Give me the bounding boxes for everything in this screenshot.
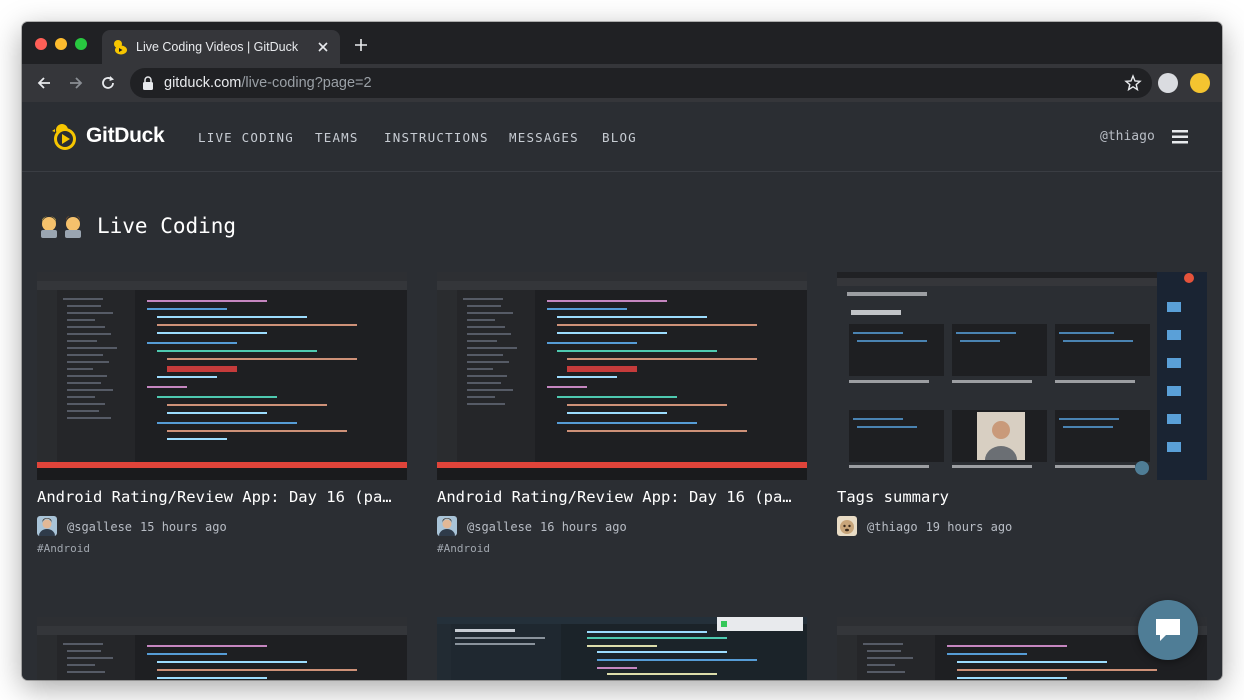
url-text: gitduck.com/live-coding?page=2 (164, 75, 372, 91)
url-host: gitduck.com (164, 75, 242, 91)
logo-text[interactable]: GitDuck (86, 124, 165, 148)
technologist-emoji-icon (41, 216, 81, 238)
profile-avatar[interactable] (1158, 73, 1178, 93)
timestamp: 15 hours ago (140, 520, 227, 534)
code-editor-thumbnail-image (437, 617, 807, 680)
nav-blog[interactable]: BLOG (602, 130, 637, 145)
address-bar[interactable]: gitduck.com/live-coding?page=2 (130, 68, 1152, 98)
video-tag[interactable]: #Android (437, 542, 490, 555)
video-tag[interactable]: #Android (37, 542, 90, 555)
video-thumbnail[interactable] (437, 272, 807, 480)
video-thumbnail[interactable] (837, 272, 1207, 480)
browser-window: Live Coding Videos | GitDuck gitduck.com… (22, 22, 1222, 680)
nav-messages[interactable]: MESSAGES (509, 130, 579, 145)
back-icon[interactable] (34, 73, 54, 93)
maximize-window-button[interactable] (75, 38, 87, 50)
timestamp: 16 hours ago (540, 520, 627, 534)
nav-teams[interactable]: TEAMS (315, 130, 359, 145)
site-header: GitDuck LIVE CODING TEAMS INSTRUCTIONS M… (22, 102, 1222, 172)
timestamp: 19 hours ago (925, 520, 1013, 534)
author-name[interactable]: @sgallese (67, 520, 132, 534)
chat-icon (1156, 619, 1180, 641)
reload-icon[interactable] (98, 73, 118, 93)
browser-toolbar: gitduck.com/live-coding?page=2 (22, 64, 1222, 102)
video-meta: @sgallese 16 hours ago (467, 520, 627, 534)
avatar[interactable] (437, 516, 457, 536)
close-tab-icon[interactable] (314, 38, 332, 56)
author-name[interactable]: @sgallese (467, 520, 532, 534)
author-name[interactable]: @thiago (867, 520, 918, 534)
username[interactable]: @thiago (1100, 129, 1155, 144)
code-editor-thumbnail-image (37, 272, 407, 480)
forward-icon[interactable] (66, 73, 86, 93)
tab-title: Live Coding Videos | GitDuck (136, 40, 299, 54)
nav-instructions[interactable]: INSTRUCTIONS (384, 130, 489, 145)
video-thumbnail[interactable] (37, 617, 407, 680)
extension-icon[interactable] (1190, 73, 1210, 93)
url-path: /live-coding?page=2 (241, 75, 372, 91)
page-title: Live Coding (97, 214, 237, 238)
video-thumbnail[interactable] (37, 272, 407, 480)
bookmark-star-icon[interactable] (1124, 74, 1142, 92)
video-title[interactable]: Tags summary (837, 488, 1209, 506)
video-thumbnail[interactable] (437, 617, 807, 680)
gitduck-logo-icon[interactable] (52, 122, 82, 152)
code-editor-thumbnail-image (437, 272, 807, 480)
chat-button[interactable] (1138, 600, 1198, 660)
lock-icon (143, 76, 153, 90)
gitduck-site: GitDuck LIVE CODING TEAMS INSTRUCTIONS M… (22, 102, 1222, 680)
tab-strip: Live Coding Videos | GitDuck (22, 22, 1222, 64)
video-title[interactable]: Android Rating/Review App: Day 16 (pa… (437, 488, 809, 506)
nav-live-coding[interactable]: LIVE CODING (198, 130, 294, 145)
new-tab-icon[interactable] (352, 36, 370, 54)
video-meta: @sgallese 15 hours ago (67, 520, 227, 534)
avatar[interactable] (37, 516, 57, 536)
gitduck-page-thumbnail-image (837, 272, 1207, 480)
browser-tab[interactable]: Live Coding Videos | GitDuck (102, 30, 340, 64)
code-editor-thumbnail-image (37, 617, 407, 680)
video-meta: @thiago 19 hours ago (867, 520, 1012, 534)
minimize-window-button[interactable] (55, 38, 67, 50)
menu-icon[interactable] (1172, 130, 1188, 144)
video-title[interactable]: Android Rating/Review App: Day 16 (pa… (37, 488, 409, 506)
avatar[interactable] (837, 516, 857, 536)
close-window-button[interactable] (35, 38, 47, 50)
gitduck-favicon-icon (114, 40, 127, 55)
